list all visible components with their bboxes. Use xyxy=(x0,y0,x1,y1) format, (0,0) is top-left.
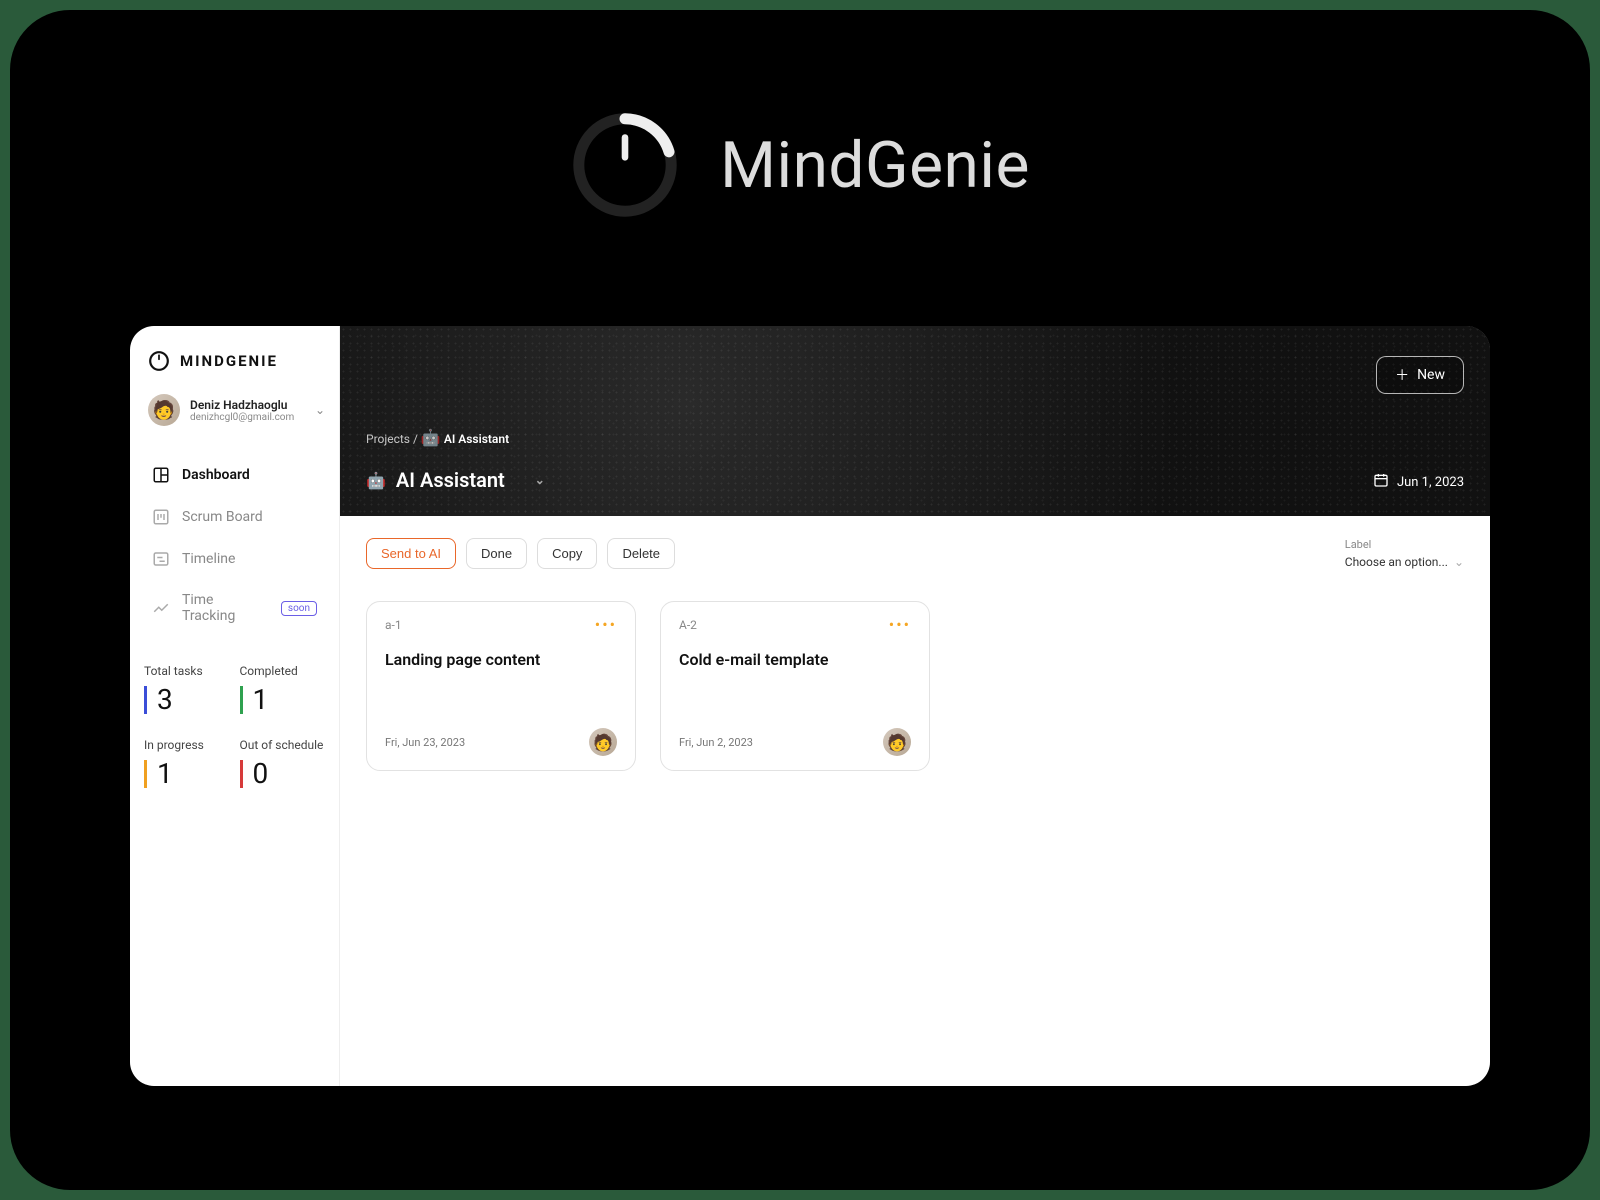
clock-icon xyxy=(570,110,680,220)
label-select-text: Choose an option... xyxy=(1345,555,1448,569)
stat-in-progress: In progress 1 xyxy=(144,738,230,788)
sidebar: MINDGENIE 🧑 Deniz Hadzhaoglu denizhcgl0@… xyxy=(130,326,340,1086)
nav-label: Dashboard xyxy=(182,467,250,483)
new-button[interactable]: ＋ New xyxy=(1376,356,1464,394)
nav-dashboard[interactable]: Dashboard xyxy=(144,456,325,494)
avatar: 🧑 xyxy=(883,728,911,756)
toolbar: Send to AI Done Copy Delete Label Choose… xyxy=(340,516,1490,591)
board-icon xyxy=(152,508,170,526)
label-select[interactable]: Choose an option... ⌄ xyxy=(1345,555,1464,569)
new-button-label: New xyxy=(1417,367,1445,383)
nav-label: Scrum Board xyxy=(182,509,263,525)
task-title: Cold e-mail template xyxy=(679,650,911,669)
main: ＋ New Projects / 🤖 AI Assistant 🤖 AI Ass… xyxy=(340,326,1490,1086)
dashboard-icon xyxy=(152,466,170,484)
project-date-text: Jun 1, 2023 xyxy=(1397,475,1464,490)
stats: Total tasks 3 Completed 1 In progress 1 … xyxy=(144,664,325,788)
plus-icon: ＋ xyxy=(1395,365,1409,385)
chevron-down-icon: ⌄ xyxy=(1454,555,1464,569)
stat-value: 1 xyxy=(157,757,173,790)
brand: MINDGENIE xyxy=(144,350,325,372)
done-button[interactable]: Done xyxy=(466,538,527,569)
hero: MindGenie xyxy=(10,110,1590,220)
app-window: MINDGENIE 🧑 Deniz Hadzhaoglu denizhcgl0@… xyxy=(130,326,1490,1086)
nav-label: Timeline xyxy=(182,551,235,567)
user-menu[interactable]: 🧑 Deniz Hadzhaoglu denizhcgl0@gmail.com … xyxy=(144,394,325,426)
project-header: ＋ New Projects / 🤖 AI Assistant 🤖 AI Ass… xyxy=(340,326,1490,516)
robot-icon: 🤖 xyxy=(366,471,386,490)
task-card[interactable]: a-1 ••• Landing page content Fri, Jun 23… xyxy=(366,601,636,771)
soon-badge: soon xyxy=(281,601,317,616)
stat-value: 3 xyxy=(157,683,173,716)
stat-label: Out of schedule xyxy=(240,738,326,752)
nav-label: Time Tracking xyxy=(182,592,269,624)
task-card[interactable]: A-2 ••• Cold e-mail template Fri, Jun 2,… xyxy=(660,601,930,771)
label-caption: Label xyxy=(1345,538,1464,551)
task-date: Fri, Jun 2, 2023 xyxy=(679,736,753,749)
robot-icon: 🤖 xyxy=(421,428,441,447)
nav-scrum-board[interactable]: Scrum Board xyxy=(144,498,325,536)
label-filter: Label Choose an option... ⌄ xyxy=(1345,538,1464,569)
hero-title: MindGenie xyxy=(720,128,1030,203)
stat-value: 0 xyxy=(253,757,269,790)
calendar-icon xyxy=(1373,472,1389,492)
nav-timeline[interactable]: Timeline xyxy=(144,540,325,578)
project-name: AI Assistant xyxy=(396,468,505,492)
ellipsis-icon[interactable]: ••• xyxy=(595,621,617,629)
project-date[interactable]: Jun 1, 2023 xyxy=(1373,472,1464,492)
stat-completed: Completed 1 xyxy=(240,664,326,714)
crumb-current: AI Assistant xyxy=(444,432,509,446)
stat-label: In progress xyxy=(144,738,230,752)
crumb-projects[interactable]: Projects xyxy=(366,432,410,446)
stat-label: Completed xyxy=(240,664,326,678)
chevron-down-icon: ⌄ xyxy=(535,473,545,487)
avatar: 🧑 xyxy=(148,394,180,426)
task-id: A-2 xyxy=(679,618,697,632)
timeline-icon xyxy=(152,550,170,568)
ellipsis-icon[interactable]: ••• xyxy=(889,621,911,629)
nav-time-tracking[interactable]: Time Tracking soon xyxy=(144,582,325,634)
brand-logo-icon xyxy=(148,350,170,372)
task-id: a-1 xyxy=(385,618,402,632)
cards-row: a-1 ••• Landing page content Fri, Jun 23… xyxy=(340,591,1490,781)
task-title: Landing page content xyxy=(385,650,617,669)
brand-text: MINDGENIE xyxy=(180,352,278,370)
user-name: Deniz Hadzhaoglu xyxy=(190,398,305,412)
stat-total: Total tasks 3 xyxy=(144,664,230,714)
user-email: denizhcgl0@gmail.com xyxy=(190,412,305,423)
outer-frame: MindGenie MINDGENIE 🧑 Deniz Hadzhaoglu d… xyxy=(10,10,1590,1190)
stat-value: 1 xyxy=(253,683,269,716)
chart-icon xyxy=(152,599,170,617)
stat-out-of-schedule: Out of schedule 0 xyxy=(240,738,326,788)
task-date: Fri, Jun 23, 2023 xyxy=(385,736,465,749)
stat-label: Total tasks xyxy=(144,664,230,678)
delete-button[interactable]: Delete xyxy=(607,538,675,569)
breadcrumb: Projects / 🤖 AI Assistant xyxy=(366,428,509,447)
project-title[interactable]: 🤖 AI Assistant ⌄ xyxy=(366,468,545,492)
send-to-ai-button[interactable]: Send to AI xyxy=(366,538,456,569)
avatar: 🧑 xyxy=(589,728,617,756)
copy-button[interactable]: Copy xyxy=(537,538,597,569)
chevron-down-icon: ⌄ xyxy=(315,403,325,417)
